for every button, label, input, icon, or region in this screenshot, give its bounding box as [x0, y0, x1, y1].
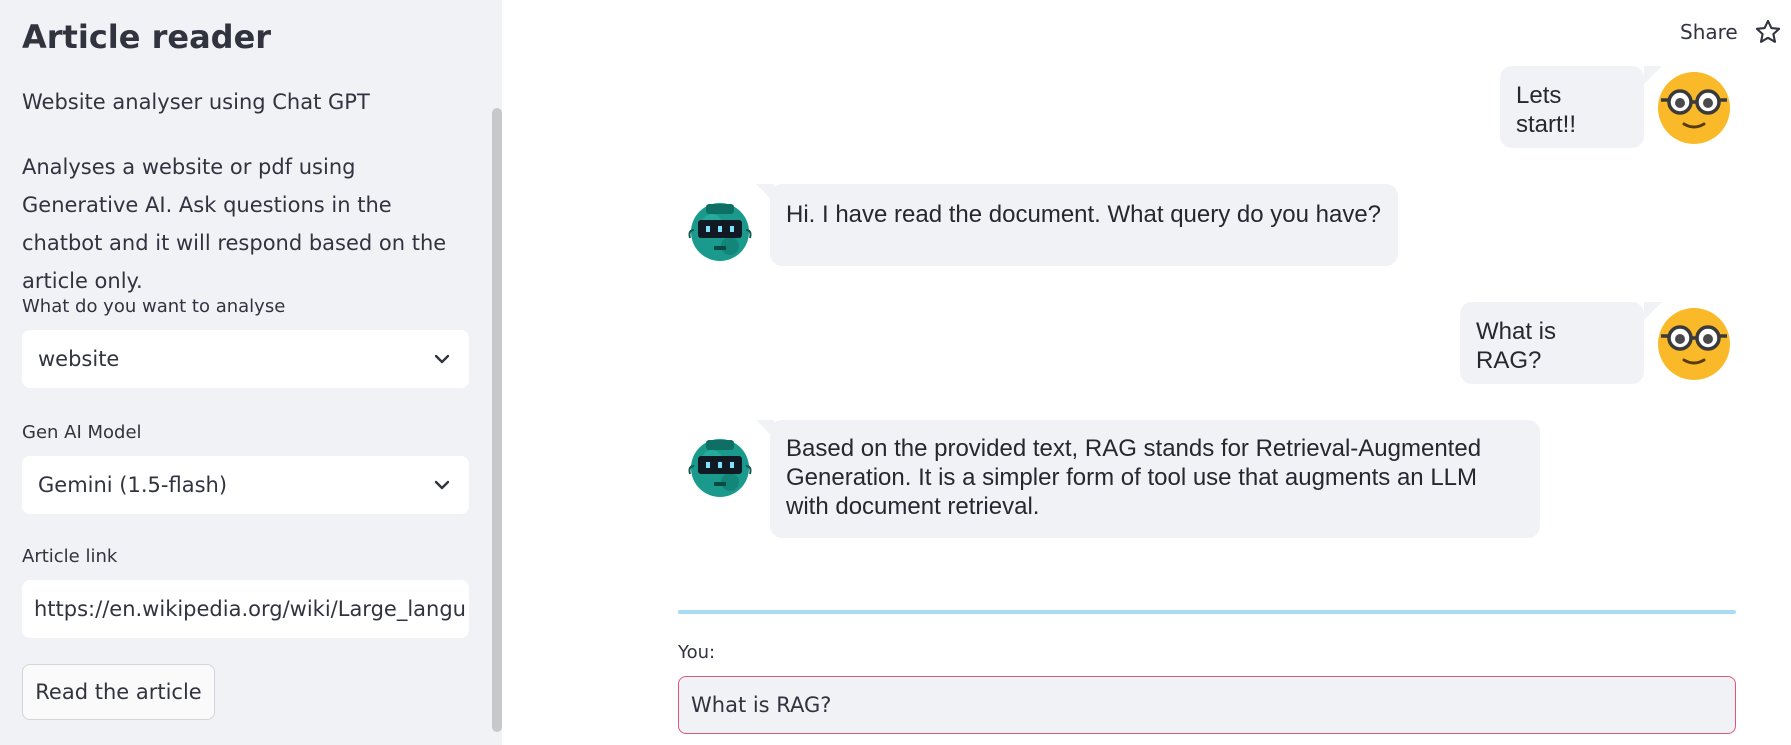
chat-message-bot: Hi. I have read the document. What query…: [770, 184, 1398, 266]
chevron-down-icon: [431, 348, 453, 370]
user-avatar: [1658, 308, 1730, 380]
article-link-input[interactable]: https://en.wikipedia.org/wiki/Large_lang…: [22, 580, 469, 638]
app-title: Article reader: [22, 18, 272, 56]
user-avatar: [1658, 72, 1730, 144]
message-text: Hi. I have read the document. What query…: [786, 201, 1382, 228]
analyse-select[interactable]: website: [22, 330, 469, 388]
chat-message-bot: Based on the provided text, RAG stands f…: [770, 420, 1540, 538]
chat-input-label: You:: [678, 642, 716, 663]
chevron-down-icon: [431, 474, 453, 496]
chat-input[interactable]: What is RAG?: [678, 676, 1736, 734]
message-text: What is RAG?: [1476, 318, 1557, 374]
app-description: Analyses a website or pdf using Generati…: [22, 155, 447, 293]
bot-avatar: [684, 430, 756, 502]
chat-message-user: What is RAG?: [1460, 302, 1644, 384]
analyse-label: What do you want to analyse: [22, 296, 286, 317]
model-label: Gen AI Model: [22, 422, 142, 443]
model-select[interactable]: Gemini (1.5-flash): [22, 456, 469, 514]
bot-avatar: [684, 194, 756, 266]
star-icon[interactable]: [1754, 18, 1782, 46]
sidebar: Article reader Website analyser using Ch…: [0, 0, 502, 745]
analyse-select-value: website: [38, 347, 120, 371]
message-text: Based on the provided text, RAG stands f…: [786, 435, 1482, 520]
input-divider: [678, 610, 1736, 614]
model-select-value: Gemini (1.5-flash): [38, 473, 228, 497]
link-label: Article link: [22, 546, 118, 567]
sidebar-scrollbar[interactable]: [492, 108, 502, 732]
read-article-button[interactable]: Read the article: [22, 664, 215, 720]
chat-message-user: Lets start!!: [1500, 66, 1644, 148]
message-text: Lets start!!: [1516, 82, 1577, 138]
share-button[interactable]: Share: [1680, 20, 1738, 44]
app-subtitle: Website analyser using Chat GPT: [22, 90, 370, 114]
